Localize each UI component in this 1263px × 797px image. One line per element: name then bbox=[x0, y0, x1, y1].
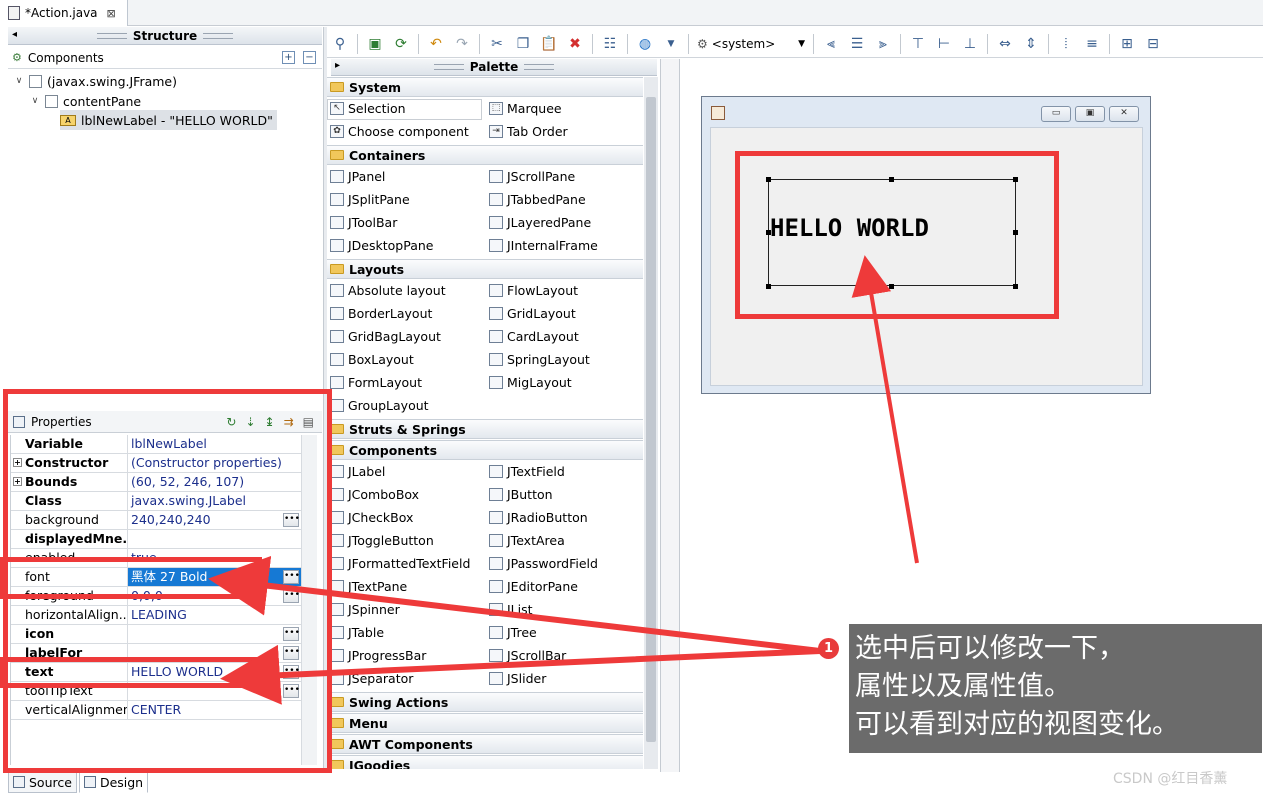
watermark: CSDN @红目香薰 bbox=[1113, 771, 1228, 787]
step-badge: 1 bbox=[818, 638, 839, 659]
arrow-to-font bbox=[208, 555, 821, 654]
callout-line: 属性以及属性值。 bbox=[855, 671, 1071, 702]
callout-line: 可以看到对应的视图变化。 bbox=[855, 709, 1179, 740]
annotation-callout: 选中后可以修改一下， 属性以及属性值。 可以看到对应的视图变化。 bbox=[849, 624, 1262, 753]
arrow-to-text bbox=[220, 644, 821, 705]
callout-line: 选中后可以修改一下， bbox=[855, 633, 1125, 664]
arrow-to-label bbox=[851, 255, 919, 564]
